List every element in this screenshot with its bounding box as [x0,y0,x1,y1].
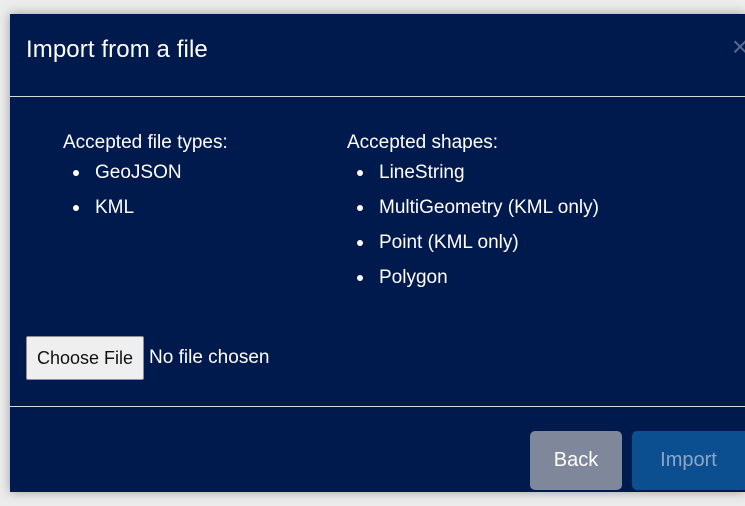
file-status-text: No file chosen [149,347,270,368]
import-button[interactable]: Import [632,431,745,490]
shape-item: MultiGeometry (KML only) [347,190,737,225]
import-file-modal: Import from a file × Accepted file types… [10,14,745,492]
shape-item: LineString [347,155,737,190]
accepted-shapes-list: LineString MultiGeometry (KML only) Poin… [347,155,737,295]
accepted-file-types-title: Accepted file types: [63,132,228,153]
accepted-file-types-section: Accepted file types: GeoJSON KML [63,130,303,225]
close-icon[interactable]: × [727,33,745,61]
accepted-shapes-title: Accepted shapes: [347,132,499,153]
screen: Import from a file × Accepted file types… [0,0,745,506]
file-input-row: Choose File No file chosen [26,336,269,380]
file-type-item: GeoJSON [63,155,303,190]
shape-item: Point (KML only) [347,225,737,260]
modal-header: Import from a file × [10,14,745,97]
accepted-shapes-section: Accepted shapes: LineString MultiGeometr… [347,130,737,295]
choose-file-button[interactable]: Choose File [26,336,145,380]
back-button[interactable]: Back [530,431,622,490]
modal-title: Import from a file [26,36,208,63]
shape-item: Polygon [347,260,737,295]
accepted-file-types-list: GeoJSON KML [63,155,303,225]
footer-divider [10,406,745,407]
file-type-item: KML [63,190,303,225]
